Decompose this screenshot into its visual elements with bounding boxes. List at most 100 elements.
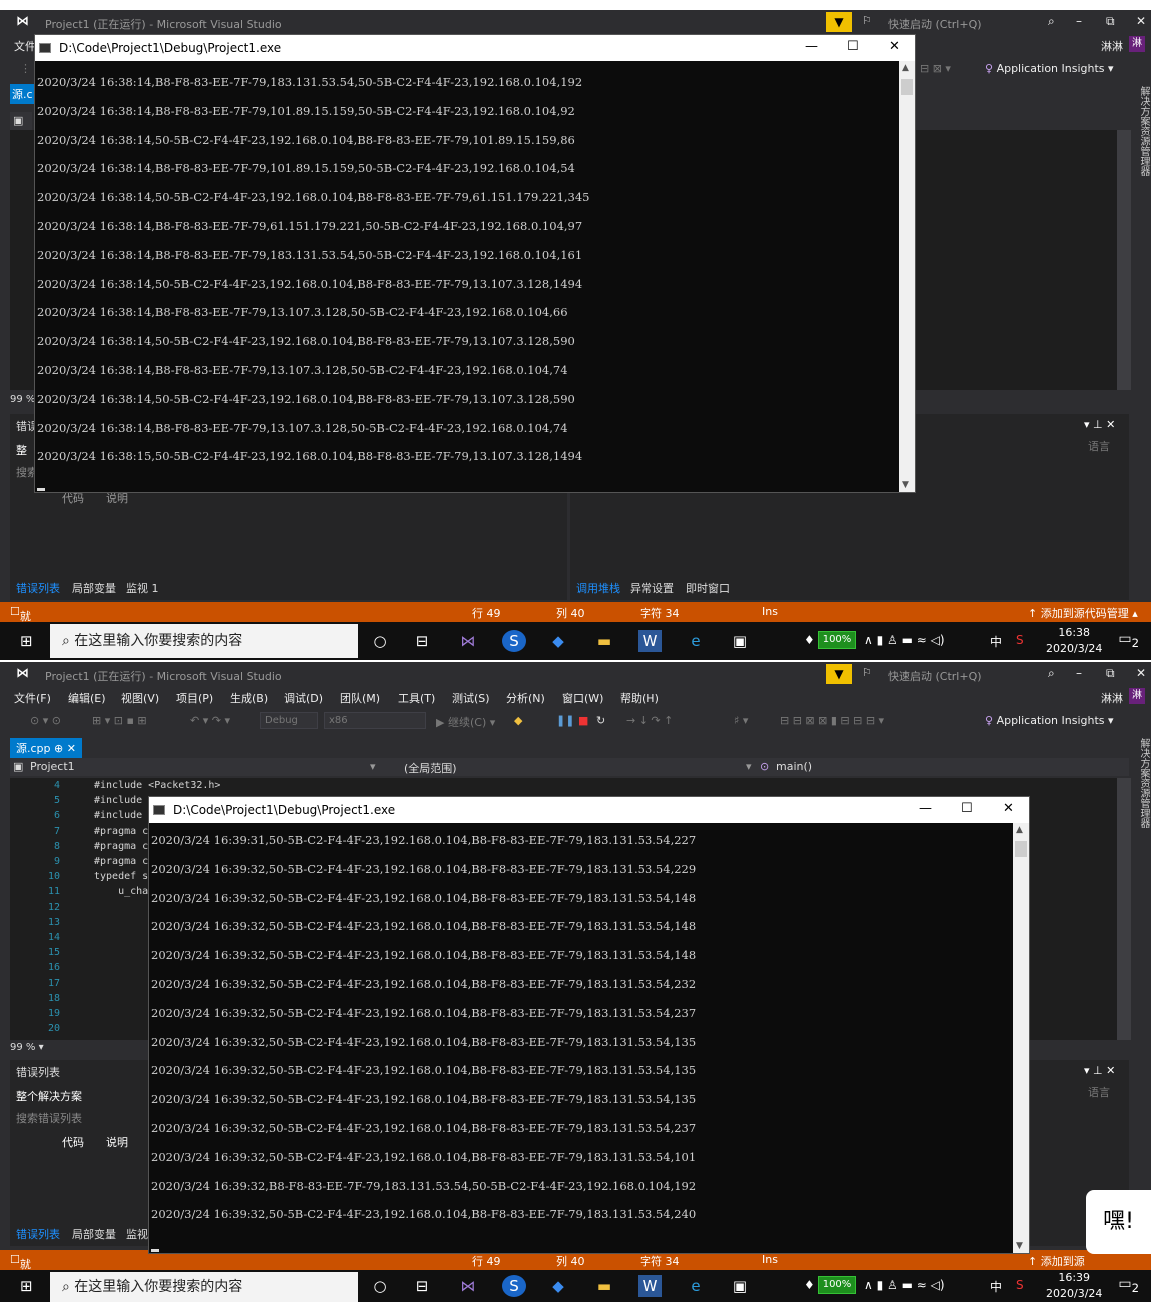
search-icon[interactable]: ⌕	[1048, 14, 1055, 29]
search-error-list[interactable]: 搜索错误列表	[16, 1110, 82, 1126]
console-taskbar-icon[interactable]: ▣	[728, 1275, 752, 1297]
menu-window[interactable]: 窗口(W)	[562, 690, 603, 706]
solution-explorer-tab[interactable]: 解决方案资源管理器	[1131, 80, 1151, 600]
tab-watch[interactable]: 监视 1	[126, 580, 159, 596]
menu-analyze[interactable]: 分析(N)	[506, 690, 545, 706]
file-explorer-icon[interactable]: ▬	[592, 630, 616, 652]
console-close-icon[interactable]: ✕	[1003, 801, 1014, 816]
cortana-icon[interactable]: ○	[368, 1275, 392, 1297]
scroll-thumb[interactable]	[901, 79, 913, 95]
quick-launch-icon[interactable]: ⚐	[862, 666, 872, 679]
console-close-icon[interactable]: ✕	[889, 39, 900, 54]
task-view-icon[interactable]: ⊟	[410, 1275, 434, 1297]
column-description[interactable]: 说明	[106, 1134, 128, 1150]
tray-icons[interactable]: ∧ ▮ ♙ ▬ ≈ ◁)	[864, 633, 945, 647]
nav-project-dropdown[interactable]: Project1	[30, 760, 75, 773]
column-language[interactable]: 语言	[1088, 438, 1110, 454]
menu-build[interactable]: 生成(B)	[230, 690, 268, 706]
menu-file[interactable]: 文件	[14, 38, 36, 54]
quick-launch-icon[interactable]: ⚐	[862, 14, 872, 27]
editor-scrollbar[interactable]	[1117, 778, 1131, 1040]
nav-function-dropdown[interactable]: main()	[776, 760, 812, 773]
console-window[interactable]: D:\Code\Project1\Debug\Project1.exe — ☐ …	[148, 796, 1030, 1254]
file-toolbar-icons[interactable]: ⊞ ▾ ⊡ ▪ ⊞	[92, 714, 147, 727]
menu-test[interactable]: 测试(S)	[452, 690, 490, 706]
battery-indicator[interactable]: 100%	[818, 1276, 856, 1294]
menu-team[interactable]: 团队(M)	[340, 690, 380, 706]
taskbar-clock[interactable]: 16:38 2020/3/24	[1046, 625, 1102, 657]
application-insights-button[interactable]: ♀ Application Insights ▾	[985, 62, 1114, 75]
fire-icon[interactable]: ◆	[514, 714, 522, 727]
scroll-thumb[interactable]	[1015, 841, 1027, 857]
notification-icon[interactable]: ▭2	[1118, 631, 1139, 650]
column-code[interactable]: 代码	[62, 1134, 84, 1150]
hex-icon[interactable]: ♯ ▾	[734, 714, 748, 727]
add-to-source-control[interactable]: ↑ 添加到源代码管理 ▴	[1028, 605, 1138, 621]
ime-indicator[interactable]: 中	[990, 633, 1002, 650]
nav-scope-dropdown[interactable]: (全局范围)	[404, 760, 457, 776]
nav-back-forward-icon[interactable]: ⊙ ▾ ⊙	[30, 714, 61, 727]
tab-watch[interactable]: 监视	[126, 1226, 148, 1242]
word-icon[interactable]: W	[638, 630, 662, 652]
menu-file[interactable]: 文件(F)	[14, 690, 51, 706]
cortana-icon[interactable]: ○	[368, 630, 392, 652]
sogou-icon[interactable]: S	[502, 630, 526, 652]
minimize-icon[interactable]: –	[1076, 666, 1082, 680]
user-name[interactable]: 淋淋	[1101, 38, 1123, 54]
break-all-icon[interactable]: ❚❚	[556, 714, 574, 727]
format-icons[interactable]: ⊟ ⊟ ⊠ ⊠ ▮ ⊟ ⊟ ⊟ ▾	[780, 714, 884, 727]
tab-source-cpp[interactable]: 源.c	[10, 84, 36, 104]
restore-icon[interactable]: ⧉	[1106, 14, 1115, 29]
step-icons[interactable]: → ↓ ↷ ↑	[626, 714, 673, 727]
menu-debug[interactable]: 调试(D)	[284, 690, 323, 706]
feedback-filter-icon[interactable]: ▼	[826, 12, 852, 32]
sogou-icon[interactable]: S	[502, 1275, 526, 1297]
menu-edit[interactable]: 编辑(E)	[68, 690, 106, 706]
task-view-icon[interactable]: ⊟	[410, 630, 434, 652]
solution-scope-dropdown[interactable]: 整	[16, 442, 27, 458]
console-taskbar-icon[interactable]: ▣	[728, 630, 752, 652]
restore-icon[interactable]: ⧉	[1106, 666, 1115, 681]
add-to-source-control[interactable]: ↑ 添加到源	[1028, 1253, 1085, 1269]
sogou-ime-icon[interactable]: S	[1016, 633, 1024, 647]
quick-launch-input[interactable]: 快速启动 (Ctrl+Q)	[888, 16, 982, 32]
notification-icon[interactable]: ▭2	[1118, 1276, 1139, 1295]
taskbar-search-input[interactable]: ⌕ 在这里输入你要搜索的内容	[50, 1272, 358, 1302]
config-dropdown[interactable]: Debug	[260, 712, 318, 729]
undo-redo-icon[interactable]: ↶ ▾ ↷ ▾	[190, 714, 230, 727]
menu-tools[interactable]: 工具(T)	[398, 690, 435, 706]
console-minimize-icon[interactable]: —	[805, 39, 818, 54]
taskbar-search-input[interactable]: ⌕ 在这里输入你要搜索的内容	[50, 624, 358, 658]
close-icon[interactable]: ✕	[1136, 14, 1146, 28]
sogou-ime-icon[interactable]: S	[1016, 1278, 1024, 1292]
user-avatar[interactable]: 淋	[1129, 688, 1145, 704]
user-avatar[interactable]: 淋	[1129, 36, 1145, 52]
tab-locals[interactable]: 局部变量	[72, 1226, 116, 1242]
toolbar-comment-icon[interactable]: ⊟ ⊠ ▾	[920, 62, 951, 75]
menu-help[interactable]: 帮助(H)	[620, 690, 659, 706]
application-insights-button[interactable]: ♀ Application Insights ▾	[985, 714, 1114, 727]
tray-icons[interactable]: ∧ ▮ ♙ ▬ ≈ ◁)	[864, 1278, 945, 1292]
tab-call-stack[interactable]: 调用堆栈	[576, 580, 620, 596]
taskbar-clock[interactable]: 16:39 2020/3/24	[1046, 1270, 1102, 1302]
console-minimize-icon[interactable]: —	[919, 801, 932, 816]
pen-icon[interactable]: ♦	[804, 1278, 815, 1292]
scroll-up-icon[interactable]: ▲	[902, 63, 909, 73]
tab-exception-settings[interactable]: 异常设置	[630, 580, 674, 596]
windows-start-icon[interactable]: ⊞	[20, 632, 33, 650]
ime-indicator[interactable]: 中	[990, 1278, 1002, 1295]
edge-icon[interactable]: e	[684, 630, 708, 652]
tab-error-list[interactable]: 错误列表	[16, 1226, 60, 1242]
restart-icon[interactable]: ↻	[596, 714, 605, 727]
solution-scope-dropdown[interactable]: 整个解决方案	[16, 1088, 82, 1104]
scroll-down-icon[interactable]: ▼	[902, 480, 909, 490]
platform-dropdown[interactable]: x86	[324, 712, 426, 729]
tab-error-list[interactable]: 错误列表	[16, 580, 60, 596]
quick-launch-input[interactable]: 快速启动 (Ctrl+Q)	[888, 668, 982, 684]
menu-project[interactable]: 项目(P)	[176, 690, 213, 706]
scroll-up-icon[interactable]: ▲	[1016, 825, 1023, 835]
console-scrollbar[interactable]: ▲ ▼	[1013, 823, 1029, 1253]
visual-studio-taskbar-icon[interactable]: ⋈	[456, 1275, 480, 1297]
close-icon[interactable]: ✕	[1136, 666, 1146, 680]
console-maximize-icon[interactable]: ☐	[847, 39, 859, 54]
